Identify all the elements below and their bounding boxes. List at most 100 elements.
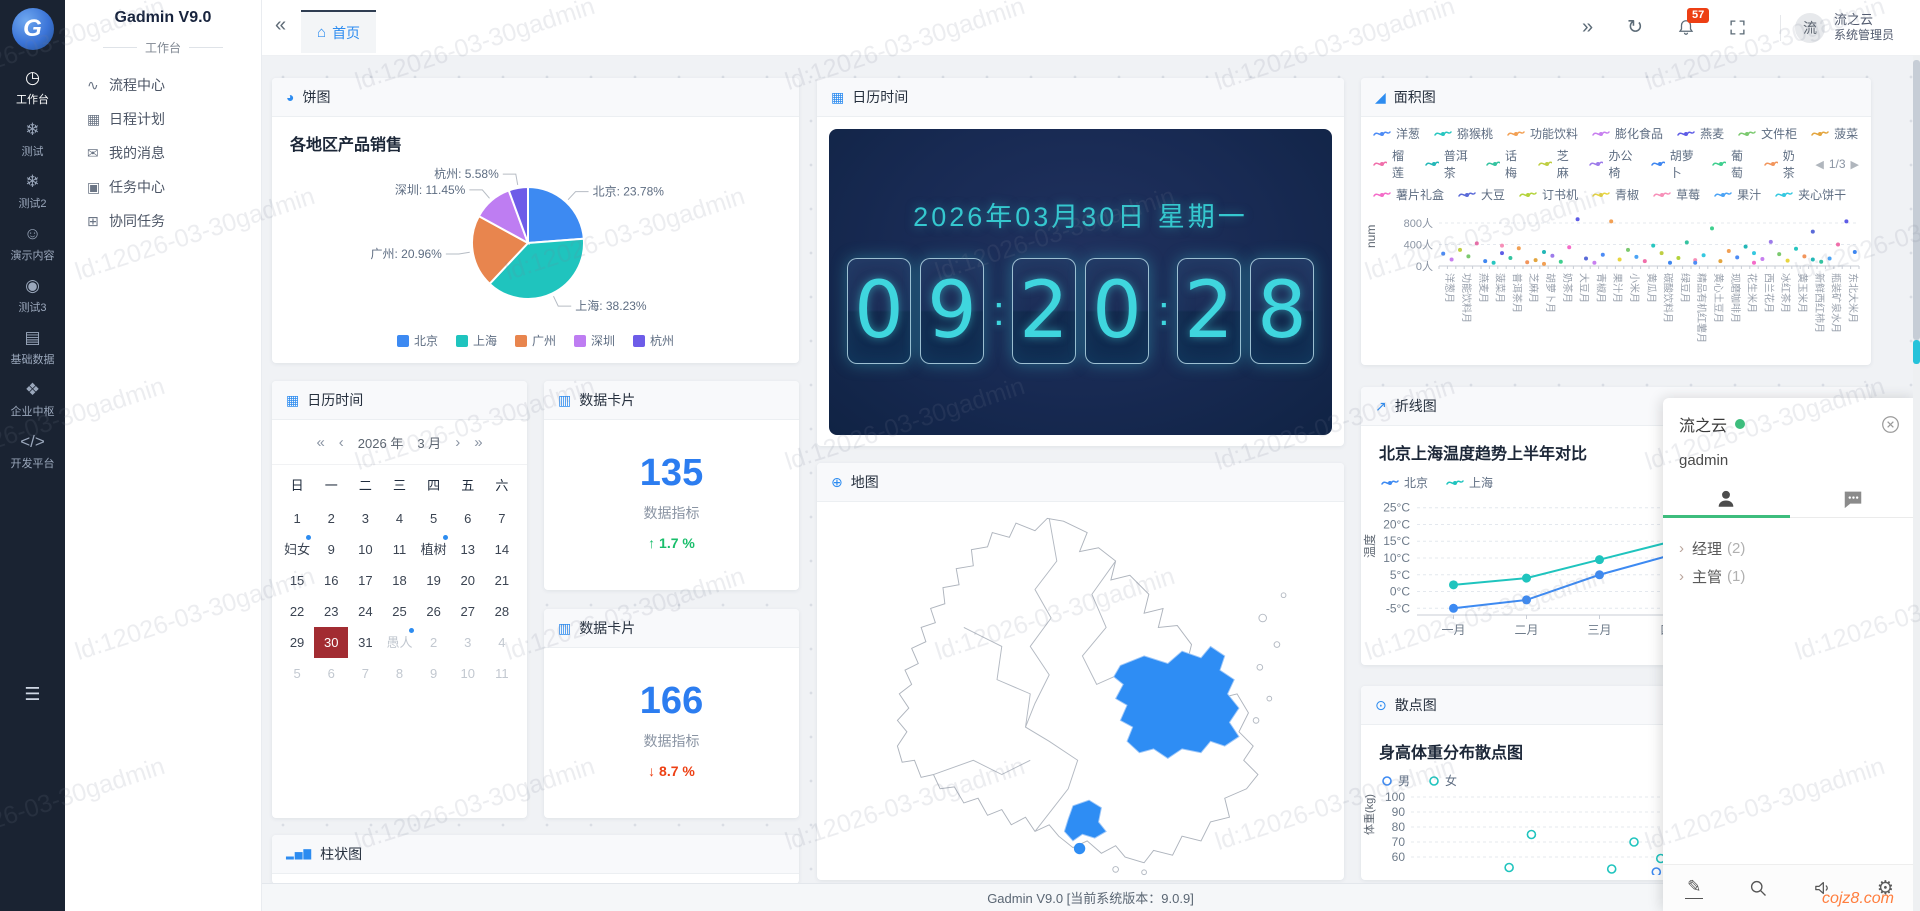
legend-item-草莓[interactable]: 草莓 bbox=[1653, 186, 1700, 203]
refresh-button[interactable]: ↻ bbox=[1627, 16, 1643, 39]
calendar-day[interactable]: 30 bbox=[314, 627, 348, 658]
data-point[interactable] bbox=[1853, 250, 1857, 254]
area-chart[interactable]: 0人400人800人num洋葱月功能饮料月燕麦月菠菜月普洱茶月芝麻月胡萝卜月奶茶… bbox=[1361, 208, 1871, 365]
data-point[interactable] bbox=[1702, 253, 1706, 257]
legend-next-icon[interactable]: ▶ bbox=[1851, 158, 1859, 171]
legend-item-普洱茶[interactable]: 普洱茶 bbox=[1425, 147, 1472, 181]
calendar-day[interactable]: 1 bbox=[280, 503, 314, 534]
calendar-day[interactable]: 2 bbox=[314, 503, 348, 534]
data-point[interactable] bbox=[1522, 595, 1531, 604]
calendar-day[interactable]: 17 bbox=[348, 565, 382, 596]
calendar-day[interactable]: 21 bbox=[485, 565, 519, 596]
calendar-day[interactable]: 9 bbox=[417, 658, 451, 689]
next-month-button[interactable]: › bbox=[455, 434, 460, 451]
data-point[interactable] bbox=[1466, 254, 1470, 258]
calendar-day[interactable]: 27 bbox=[451, 596, 485, 627]
search-button[interactable] bbox=[1748, 878, 1768, 898]
legend-item-膨化食品[interactable]: 膨化食品 bbox=[1592, 125, 1663, 142]
user-menu[interactable]: 流之云 系统管理员 bbox=[1834, 12, 1894, 43]
legend-item-榴莲[interactable]: 榴莲 bbox=[1373, 147, 1411, 181]
data-point[interactable] bbox=[1634, 255, 1638, 259]
data-point[interactable] bbox=[1727, 249, 1731, 253]
legend-item-上海[interactable]: 上海 bbox=[456, 332, 497, 349]
data-point-男[interactable] bbox=[1652, 868, 1660, 875]
data-point[interactable] bbox=[1836, 243, 1840, 247]
calendar-day[interactable]: 29 bbox=[280, 627, 314, 658]
calendar-day[interactable]: 16 bbox=[314, 565, 348, 596]
data-point[interactable] bbox=[1651, 244, 1655, 248]
data-point[interactable] bbox=[1811, 230, 1815, 234]
legend-item-女[interactable]: 女 bbox=[1428, 772, 1457, 789]
legend-prev-icon[interactable]: ◀ bbox=[1815, 158, 1823, 171]
calendar-day[interactable]: 7 bbox=[348, 658, 382, 689]
calendar-day[interactable]: 愚人 bbox=[382, 627, 416, 658]
data-point[interactable] bbox=[1693, 261, 1697, 265]
sidebar-item-schedule-plan[interactable]: ▦日程计划 bbox=[65, 102, 261, 136]
data-point[interactable] bbox=[1542, 262, 1546, 266]
rail-item-test2[interactable]: ❄测试2 bbox=[0, 172, 65, 211]
sidebar-item-process-center[interactable]: ∿流程中心 bbox=[65, 68, 261, 102]
next-year-button[interactable]: » bbox=[474, 434, 482, 451]
data-point[interactable] bbox=[1517, 246, 1521, 250]
scrollbar[interactable] bbox=[1913, 55, 1920, 911]
data-point[interactable] bbox=[1618, 258, 1622, 262]
data-point[interactable] bbox=[1626, 248, 1630, 252]
data-point[interactable] bbox=[1760, 257, 1764, 261]
calendar-day[interactable]: 15 bbox=[280, 565, 314, 596]
calendar-day[interactable]: 11 bbox=[485, 658, 519, 689]
legend-item-北京[interactable]: 北京 bbox=[1381, 474, 1428, 491]
scrollbar-thumb[interactable] bbox=[1913, 60, 1920, 340]
data-point[interactable] bbox=[1450, 258, 1454, 262]
legend-item-菠菜[interactable]: 菠菜 bbox=[1811, 125, 1858, 142]
sidebar-collapse-button[interactable]: « bbox=[275, 14, 286, 37]
data-point[interactable] bbox=[1794, 247, 1798, 251]
legend-item-夹心饼干[interactable]: 夹心饼干 bbox=[1775, 186, 1846, 203]
data-point[interactable] bbox=[1595, 570, 1604, 579]
sidebar-item-my-messages[interactable]: ✉我的消息 bbox=[65, 136, 261, 170]
legend-item-芝麻[interactable]: 芝麻 bbox=[1538, 147, 1576, 181]
data-point[interactable] bbox=[1449, 604, 1458, 613]
data-point[interactable] bbox=[1660, 251, 1664, 255]
legend-item-功能饮料[interactable]: 功能饮料 bbox=[1507, 125, 1578, 142]
contact-group-主管[interactable]: ›主管(1) bbox=[1679, 562, 1900, 590]
calendar-day[interactable]: 31 bbox=[348, 627, 382, 658]
data-point[interactable] bbox=[1668, 261, 1672, 265]
calendar-day[interactable]: 10 bbox=[451, 658, 485, 689]
province-map[interactable] bbox=[831, 504, 1331, 879]
legend-item-上海[interactable]: 上海 bbox=[1446, 474, 1493, 491]
calendar-day[interactable]: 5 bbox=[417, 503, 451, 534]
calendar-day[interactable]: 5 bbox=[280, 658, 314, 689]
data-point[interactable] bbox=[1500, 251, 1504, 255]
data-point[interactable] bbox=[1710, 226, 1714, 230]
tab-conversations[interactable] bbox=[1790, 481, 1917, 517]
data-point[interactable] bbox=[1522, 574, 1531, 583]
legend-item-深圳[interactable]: 深圳 bbox=[574, 332, 615, 349]
data-point[interactable] bbox=[1844, 219, 1848, 223]
legend-item-办公椅[interactable]: 办公椅 bbox=[1589, 147, 1636, 181]
map-highlight-island[interactable] bbox=[1073, 843, 1084, 854]
data-point[interactable] bbox=[1777, 252, 1781, 256]
pie-slice-北京[interactable] bbox=[528, 187, 584, 243]
calendar-day[interactable]: 11 bbox=[382, 534, 416, 565]
data-point-女[interactable] bbox=[1608, 865, 1616, 873]
calendar-day[interactable]: 28 bbox=[485, 596, 519, 627]
data-point[interactable] bbox=[1676, 256, 1680, 260]
rail-item-test[interactable]: ❄测试 bbox=[0, 120, 65, 159]
legend-item-北京[interactable]: 北京 bbox=[397, 332, 438, 349]
calendar-day[interactable]: 23 bbox=[314, 596, 348, 627]
calendar-day[interactable]: 25 bbox=[382, 596, 416, 627]
legend-item-猕猴桃[interactable]: 猕猴桃 bbox=[1434, 125, 1493, 142]
calendar-day[interactable]: 6 bbox=[314, 658, 348, 689]
tab-contacts[interactable] bbox=[1663, 481, 1790, 517]
contact-group-经理[interactable]: ›经理(2) bbox=[1679, 534, 1900, 562]
prev-year-button[interactable]: « bbox=[316, 434, 324, 451]
calendar-month[interactable]: 3 月 bbox=[417, 433, 441, 452]
rail-item-base-data[interactable]: ▤基础数据 bbox=[0, 328, 65, 367]
data-point[interactable] bbox=[1449, 580, 1458, 589]
legend-item-薯片礼盒[interactable]: 薯片礼盒 bbox=[1373, 186, 1444, 203]
data-point[interactable] bbox=[1685, 240, 1689, 244]
legend-item-奶茶[interactable]: 奶茶 bbox=[1764, 147, 1802, 181]
calendar-day[interactable]: 10 bbox=[348, 534, 382, 565]
legend-item-果汁[interactable]: 果汁 bbox=[1714, 186, 1761, 203]
data-point[interactable] bbox=[1752, 261, 1756, 265]
